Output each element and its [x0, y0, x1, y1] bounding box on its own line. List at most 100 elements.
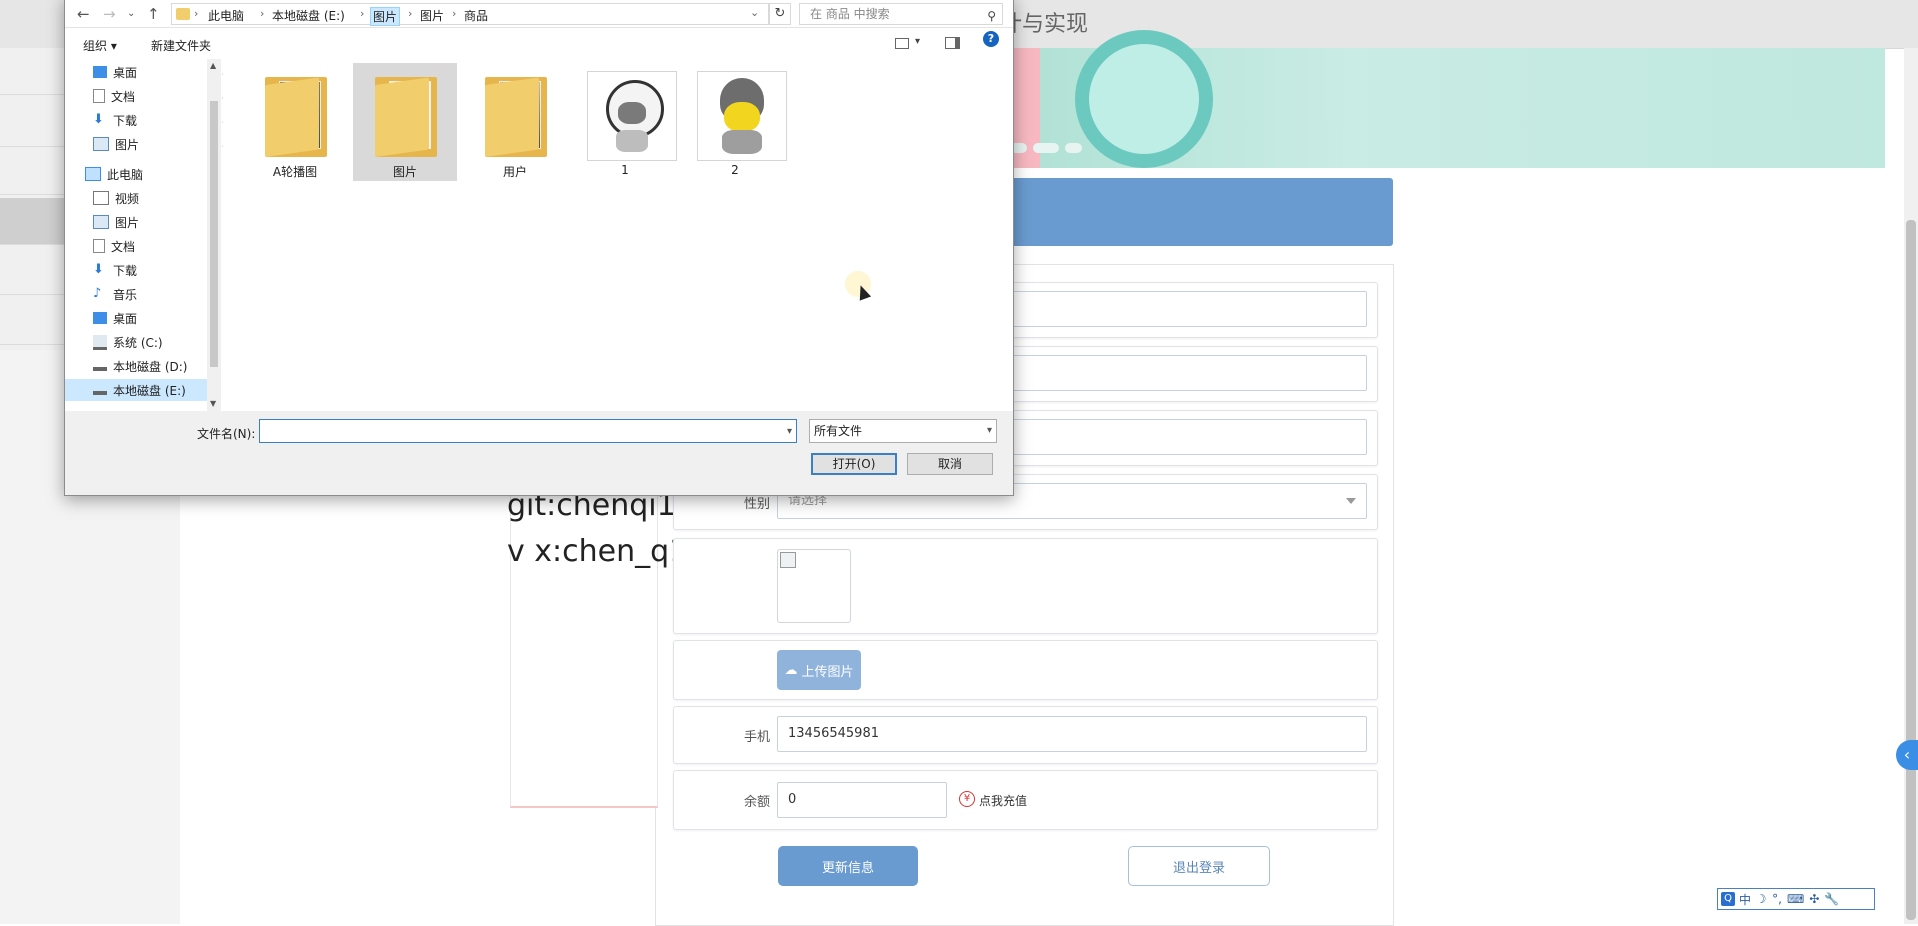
nav-item-label: 桌面: [113, 311, 138, 326]
filename-input[interactable]: ▾: [259, 419, 797, 443]
file-name: 图片: [392, 165, 417, 179]
update-info-button[interactable]: 更新信息: [778, 846, 918, 886]
pictures-icon: [93, 215, 109, 229]
nav-item-label: 本地磁盘 (D:): [113, 359, 188, 374]
nav-pc-system-c[interactable]: 系统 (C:): [93, 331, 219, 353]
upload-image-button[interactable]: ☁ 上传图片: [777, 650, 861, 690]
carousel-dot-active[interactable]: [1032, 143, 1060, 153]
breadcrumb-item[interactable]: 商品: [464, 7, 488, 24]
address-row: ← → ⌄ ↑ › 此电脑 › 本地磁盘 (E:) › 图片 › 图片 › 商品…: [65, 1, 1013, 28]
drive-icon: [93, 391, 107, 395]
dialog-footer: 文件名(N): ▾ 所有文件 ▾ 打开(O) 取消: [65, 411, 1013, 495]
folder-icon: [176, 8, 190, 20]
nav-item-label: 视频: [115, 191, 140, 206]
file-type-select[interactable]: 所有文件 ▾: [809, 419, 997, 443]
image-thumbnail: [697, 71, 787, 161]
new-folder-button[interactable]: 新建文件夹: [151, 37, 211, 54]
nav-pc-drive-d[interactable]: 本地磁盘 (D:): [93, 355, 219, 377]
nav-item-label: 下载: [113, 263, 138, 278]
nav-quick-pictures[interactable]: 图片 📌: [93, 133, 232, 155]
ime-logo-icon: Q: [1721, 892, 1735, 906]
file-item-folder[interactable]: 用户: [463, 63, 567, 181]
scroll-down-icon[interactable]: ▼: [210, 399, 216, 408]
music-icon: ♪: [93, 286, 102, 301]
desktop-icon: [93, 312, 107, 324]
ime-item[interactable]: ⌨: [1787, 892, 1804, 906]
yuan-icon: ¥: [959, 791, 975, 807]
file-name: 用户: [502, 165, 527, 179]
file-item-image[interactable]: 1: [573, 63, 677, 181]
refresh-icon[interactable]: ↻: [769, 3, 791, 25]
scroll-up-icon[interactable]: ▲: [210, 61, 216, 70]
file-item-folder-selected[interactable]: 图片: [353, 63, 457, 181]
balance-label: 余额: [743, 795, 770, 810]
chevron-left-icon[interactable]: ‹: [1896, 740, 1918, 770]
nav-quick-documents[interactable]: 文档 📌: [93, 85, 232, 107]
phone-row: 手机 13456545981: [673, 706, 1378, 764]
carousel-dot[interactable]: [1065, 143, 1082, 153]
ime-item[interactable]: °,: [1771, 892, 1783, 906]
breadcrumb-item[interactable]: 本地磁盘 (E:): [272, 7, 345, 24]
page-scrollbar-thumb[interactable]: [1906, 220, 1916, 920]
upload-row: ☁ 上传图片: [673, 640, 1378, 700]
nav-quick-downloads[interactable]: ⬇ 下载 📌: [93, 109, 232, 131]
computer-icon: [85, 167, 101, 181]
back-arrow-icon[interactable]: ←: [77, 5, 90, 23]
search-icon[interactable]: ⚲: [987, 6, 996, 26]
chevron-down-icon[interactable]: ⌄: [750, 6, 759, 19]
nav-pc-downloads[interactable]: ⬇ 下载: [93, 259, 219, 281]
nav-pc-documents[interactable]: 文档: [93, 235, 219, 257]
nav-pane-scrollbar-thumb[interactable]: [210, 101, 218, 367]
ime-item[interactable]: ✣: [1808, 892, 1820, 906]
filename-label: 文件名(N):: [197, 427, 256, 441]
nav-pc-pictures[interactable]: 图片: [93, 211, 219, 233]
chevron-down-icon[interactable]: ▾: [987, 420, 992, 442]
image-row: [673, 538, 1378, 634]
nav-pc-music[interactable]: ♪ 音乐: [93, 283, 219, 305]
nav-item-label: 本地磁盘 (E:): [113, 383, 186, 398]
file-item-image[interactable]: 2: [683, 63, 787, 181]
nav-item-label: 图片: [115, 137, 140, 152]
ime-toolbar[interactable]: Q 中 ☽ °, ⌨ ✣ 🔧: [1717, 888, 1875, 910]
recharge-link[interactable]: 点我充值: [979, 792, 1027, 809]
nav-item-label: 图片: [115, 215, 140, 230]
balance-row: 余额 0 ¥ 点我充值: [673, 770, 1378, 830]
nav-item-label: 系统 (C:): [113, 335, 163, 350]
nav-this-pc[interactable]: 此电脑: [85, 163, 211, 185]
preview-pane-icon[interactable]: [945, 37, 960, 49]
open-button[interactable]: 打开(O): [811, 453, 897, 475]
dialog-toolbar: 组织 ▾ 新建文件夹 ▾: [65, 29, 1013, 59]
broken-image-icon: [780, 552, 796, 568]
phone-input[interactable]: 13456545981: [777, 716, 1367, 752]
nav-pc-drive-e[interactable]: 本地磁盘 (E:): [65, 379, 213, 401]
chevron-down-icon[interactable]: ▾: [787, 426, 792, 437]
breadcrumb-item-active[interactable]: 图片: [370, 7, 401, 26]
logout-button[interactable]: 退出登录: [1128, 846, 1270, 886]
organize-button[interactable]: 组织 ▾: [83, 37, 117, 54]
nav-pc-desktop[interactable]: 桌面: [93, 307, 219, 329]
ime-item[interactable]: 中: [1739, 891, 1751, 908]
nav-pc-videos[interactable]: 视频: [93, 187, 219, 209]
cancel-button[interactable]: 取消: [907, 453, 993, 475]
carousel-indicators[interactable]: [1010, 143, 1082, 155]
address-bar[interactable]: › 此电脑 › 本地磁盘 (E:) › 图片 › 图片 › 商品 ⌄: [171, 3, 769, 26]
file-type-value: 所有文件: [814, 424, 863, 438]
breadcrumb-separator: ›: [452, 7, 457, 20]
file-item-folder[interactable]: A轮播图: [243, 63, 347, 181]
breadcrumb-item[interactable]: 图片: [420, 7, 444, 24]
breadcrumb-separator: ›: [360, 7, 365, 20]
forward-arrow-icon[interactable]: →: [103, 5, 116, 23]
nav-quick-desktop[interactable]: 桌面 📌: [93, 61, 232, 83]
balance-input[interactable]: 0: [777, 782, 947, 818]
recent-dropdown-icon[interactable]: ⌄: [127, 8, 135, 19]
ime-item[interactable]: 🔧: [1824, 892, 1839, 906]
view-options-icon[interactable]: [895, 38, 909, 49]
nav-item-label: 文档: [111, 89, 136, 104]
help-icon[interactable]: ?: [983, 31, 999, 47]
up-arrow-icon[interactable]: ↑: [147, 5, 160, 23]
nav-item-label: 此电脑: [107, 167, 144, 182]
chevron-down-icon[interactable]: ▾: [915, 36, 920, 47]
breadcrumb-item[interactable]: 此电脑: [208, 7, 244, 24]
search-input[interactable]: 在 商品 中搜索 ⚲: [799, 3, 1003, 25]
ime-item[interactable]: ☽: [1755, 892, 1767, 906]
